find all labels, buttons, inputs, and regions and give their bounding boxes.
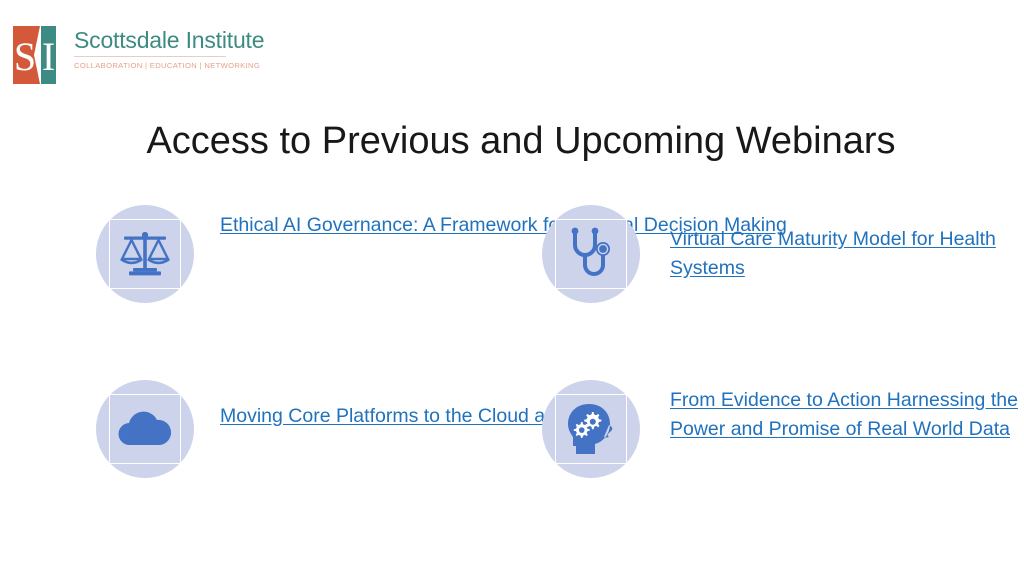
- webinar-item[interactable]: Virtual Care Maturity Model for Health S…: [542, 205, 1024, 303]
- logo-tagline: COLLABORATION | EDUCATION | NETWORKING: [74, 61, 261, 70]
- page-title: Access to Previous and Upcoming Webinars: [146, 120, 896, 163]
- webinar-icon-container: [542, 380, 640, 478]
- icon-frame: [109, 219, 181, 289]
- webinar-link-text: From Evidence to Action Harnessing the P…: [670, 389, 1018, 440]
- scottsdale-institute-logo: S I Scottsdale Institute COLLABORATION |…: [10, 24, 265, 88]
- icon-frame: [109, 394, 181, 464]
- webinar-link-text: Virtual Care Maturity Model for Health S…: [670, 228, 996, 279]
- webinar-icon-container: [542, 205, 640, 303]
- head-with-gears-icon: [565, 403, 617, 455]
- logo-name: Scottsdale Institute: [74, 27, 265, 53]
- logo-mark-icon: S I: [10, 24, 66, 86]
- webinar-icon-container: [96, 380, 194, 478]
- webinar-item[interactable]: From Evidence to Action Harnessing the P…: [542, 380, 1024, 478]
- logo-divider: [74, 56, 226, 57]
- webinar-link[interactable]: Virtual Care Maturity Model for Health S…: [670, 225, 1024, 282]
- icon-frame: [555, 219, 627, 289]
- svg-text:I: I: [42, 34, 55, 79]
- cloud-icon: [116, 410, 174, 448]
- webinar-link[interactable]: From Evidence to Action Harnessing the P…: [670, 386, 1024, 443]
- logo-wordmark: Scottsdale Institute COLLABORATION | EDU…: [74, 24, 265, 71]
- icon-frame: [555, 394, 627, 464]
- stethoscope-icon: [567, 227, 615, 281]
- scales-of-justice-icon: [118, 229, 172, 279]
- svg-text:S: S: [14, 34, 36, 79]
- webinar-icon-container: [96, 205, 194, 303]
